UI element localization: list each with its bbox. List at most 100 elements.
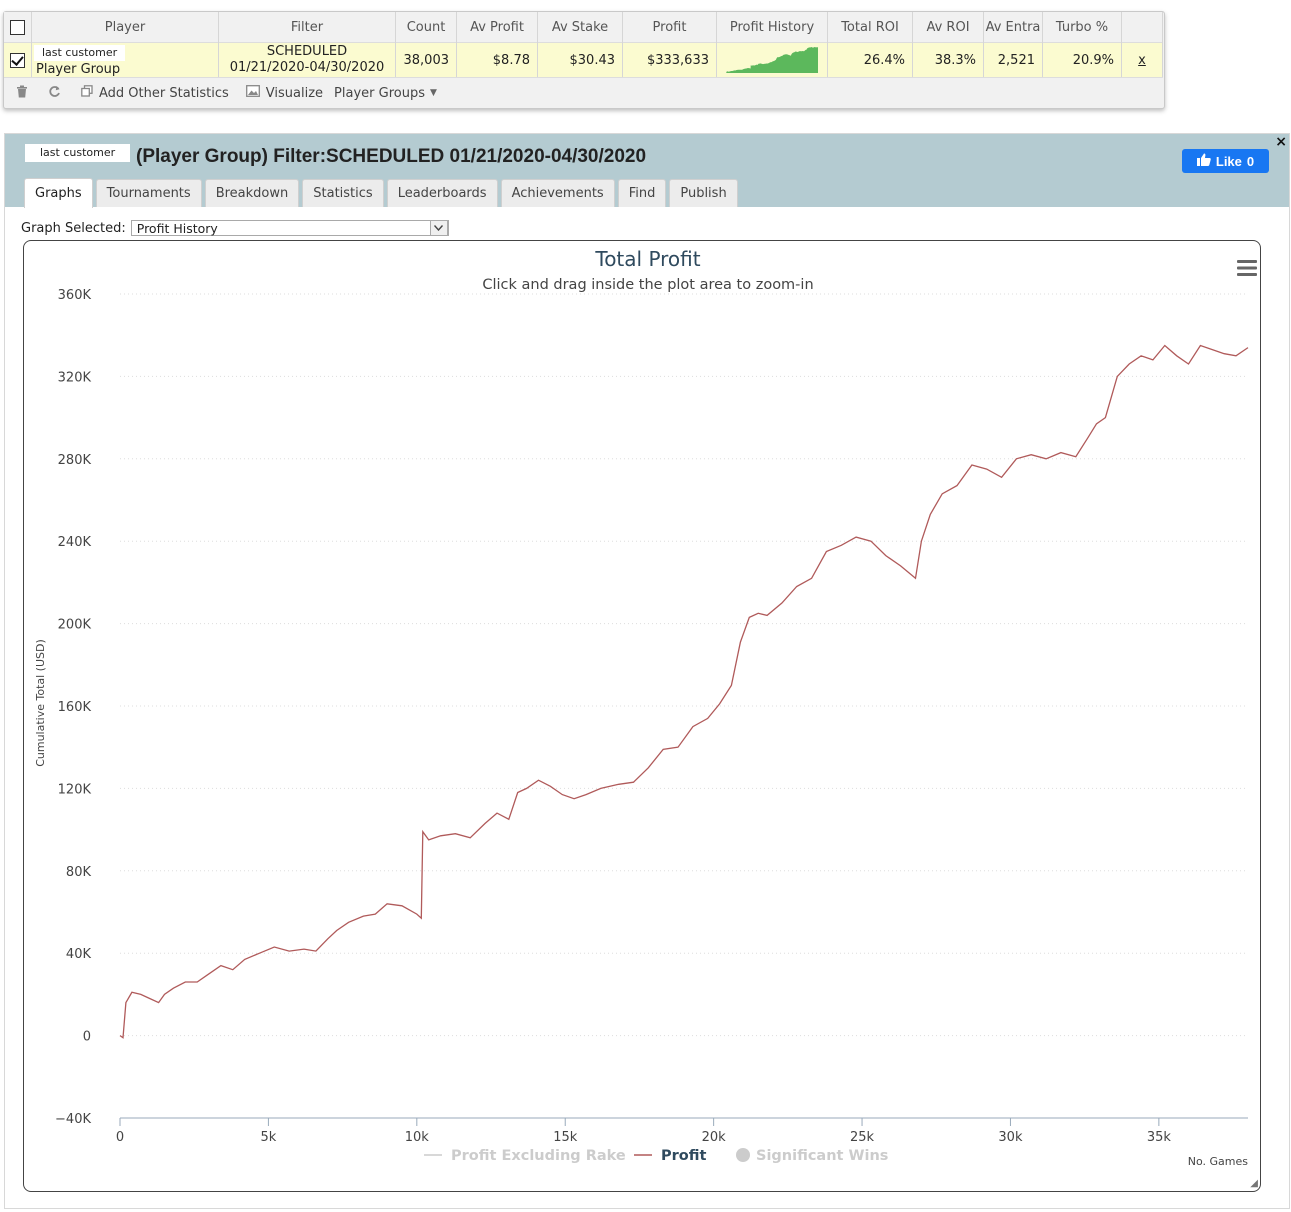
series-line-profit[interactable] (119, 344, 1249, 1039)
sparkline-area (726, 47, 818, 73)
profit-sparkline[interactable] (724, 46, 820, 74)
av-stake-cell: $30.43 (537, 42, 623, 78)
column-header-filter[interactable]: Filter (218, 12, 396, 43)
graph-select-value: Profit History (136, 221, 218, 236)
details-panel: last customer (Player Group) Filter:SCHE… (4, 133, 1290, 1209)
add-other-statistics-label: Add Other Statistics (99, 85, 229, 101)
tab-breakdown[interactable]: Breakdown (204, 179, 300, 207)
legend-label: Profit (661, 1148, 706, 1164)
table-header-row: Player Filter Count Av Profit Av Stake P… (4, 12, 1163, 43)
y-axis-label: Cumulative Total (USD) (34, 639, 47, 767)
like-label: Like (1215, 153, 1242, 169)
graph-select-row: Graph Selected: Profit History (21, 220, 449, 236)
caret-down-icon: ▼ (429, 88, 437, 98)
profit-history-cell[interactable] (716, 42, 828, 78)
y-tick-label: 160K (58, 700, 92, 715)
panel-tabs: Graphs Tournaments Breakdown Statistics … (24, 178, 738, 208)
legend-label: Profit Excluding Rake (451, 1148, 626, 1164)
chevron-down-icon[interactable] (429, 220, 448, 236)
tab-achievements[interactable]: Achievements (500, 179, 615, 207)
column-header-total-roi[interactable]: Total ROI (827, 12, 913, 43)
tab-tournaments[interactable]: Tournaments (95, 179, 202, 207)
chart-container[interactable]: −40K 0 40K 80K 120K 160K 200K 240K 280K 320K 360K 0… (23, 240, 1261, 1192)
column-header-remove (1121, 12, 1163, 43)
x-tick-label: 20k (702, 1130, 727, 1145)
graph-select-label: Graph Selected: (21, 220, 126, 236)
tab-graphs[interactable]: Graphs (24, 178, 93, 208)
remove-cell[interactable]: x (1121, 42, 1163, 78)
y-tick-label: 80K (66, 865, 92, 880)
results-table: Player Filter Count Av Profit Av Stake P… (4, 12, 1163, 78)
graph-select-dropdown[interactable]: Profit History (130, 220, 449, 236)
column-header-av-stake[interactable]: Av Stake (537, 12, 623, 43)
legend-label: Significant Wins (756, 1148, 888, 1164)
select-all-checkbox[interactable] (10, 19, 25, 35)
chart-subtitle: Click and drag inside the plot area to z… (482, 277, 813, 293)
delete-button[interactable] (16, 85, 34, 102)
x-axis-label: No. Games (1188, 1155, 1249, 1168)
filter-name: SCHEDULED (266, 44, 348, 59)
x-tick-label: 5k (261, 1130, 277, 1145)
results-panel: Player Filter Count Av Profit Av Stake P… (3, 11, 1165, 109)
add-other-statistics-button[interactable]: Add Other Statistics (81, 85, 229, 101)
chart-axes: −40K 0 40K 80K 120K 160K 200K 240K 280K 320K 360K 0… (55, 288, 1248, 1145)
filter-dates: 01/21/2020-04/30/2020 (229, 60, 385, 75)
player-name: Player Group (36, 62, 121, 77)
column-header-player[interactable]: Player (31, 12, 219, 43)
y-tick-label: −40K (55, 1112, 91, 1127)
remove-row-link[interactable]: x (1138, 53, 1146, 68)
y-tick-label: 0 (83, 1030, 91, 1045)
player-groups-dropdown[interactable]: Player Groups ▼ (334, 86, 437, 101)
like-count: 0 (1246, 153, 1255, 169)
chart-menu-icon[interactable] (1237, 260, 1257, 276)
player-cell[interactable]: last customer Player Group (31, 42, 219, 78)
trash-icon (16, 85, 28, 102)
tab-statistics[interactable]: Statistics (302, 179, 384, 207)
tab-leaderboards[interactable]: Leaderboards (386, 179, 498, 207)
profit-chart[interactable]: −40K 0 40K 80K 120K 160K 200K 240K 280K 320K 360K 0… (24, 241, 1260, 1191)
y-tick-label: 360K (58, 288, 92, 303)
resize-handle-icon[interactable]: ◢ (1250, 1178, 1258, 1189)
chart-legend: Profit Excluding Rake Profit Significant W… (424, 1148, 888, 1164)
tab-find[interactable]: Find (617, 179, 667, 207)
y-tick-label: 40K (66, 947, 92, 962)
thumbs-up-icon (1196, 153, 1211, 169)
legend-item[interactable]: Profit Excluding Rake (424, 1148, 626, 1164)
count-cell: 38,003 (395, 42, 457, 78)
legend-item[interactable]: Profit (634, 1148, 706, 1164)
column-header-profit-history[interactable]: Profit History (716, 12, 828, 43)
visualize-button[interactable]: Visualize (245, 85, 323, 101)
y-tick-label: 120K (58, 782, 92, 797)
filter-cell: SCHEDULED 01/21/2020-04/30/2020 (218, 42, 396, 78)
y-tick-label: 280K (58, 453, 92, 468)
column-header-profit[interactable]: Profit (622, 12, 717, 43)
row-select-cell[interactable] (4, 42, 32, 78)
table-row[interactable]: last customer Player Group SCHEDULED 01/… (4, 42, 1163, 78)
column-header-av-roi[interactable]: Av ROI (912, 12, 984, 43)
tab-publish[interactable]: Publish (669, 179, 738, 207)
refresh-icon (48, 85, 61, 102)
column-header-count[interactable]: Count (395, 12, 457, 43)
chart-gridlines (120, 293, 1248, 1037)
x-tick-label: 15k (553, 1130, 578, 1145)
refresh-button[interactable] (48, 85, 67, 102)
column-header-turbo-pct[interactable]: Turbo % (1042, 12, 1122, 43)
facebook-like-button[interactable]: Like 0 (1182, 149, 1269, 173)
chart-series (119, 344, 1249, 1039)
y-tick-label: 320K (58, 370, 92, 385)
legend-item[interactable]: Significant Wins (736, 1148, 888, 1164)
player-groups-label: Player Groups (334, 85, 425, 101)
panel-player-tag: last customer (25, 144, 131, 162)
turbo-pct-cell: 20.9% (1042, 42, 1122, 78)
row-checkbox[interactable] (10, 52, 25, 68)
image-icon (245, 85, 260, 101)
results-toolbar: Add Other Statistics Visualize Player Gr… (4, 80, 1164, 106)
legend-marker (736, 1148, 750, 1162)
x-tick-label: 25k (850, 1130, 875, 1145)
close-button[interactable]: × (1275, 134, 1287, 150)
column-header-av-entrants[interactable]: Av Entra (983, 12, 1043, 43)
column-header-av-profit[interactable]: Av Profit (456, 12, 538, 43)
panel-title: (Player Group) Filter:SCHEDULED 01/21/20… (136, 146, 647, 167)
panel-header: last customer (Player Group) Filter:SCHE… (5, 134, 1289, 208)
select-all-header[interactable] (4, 12, 32, 43)
